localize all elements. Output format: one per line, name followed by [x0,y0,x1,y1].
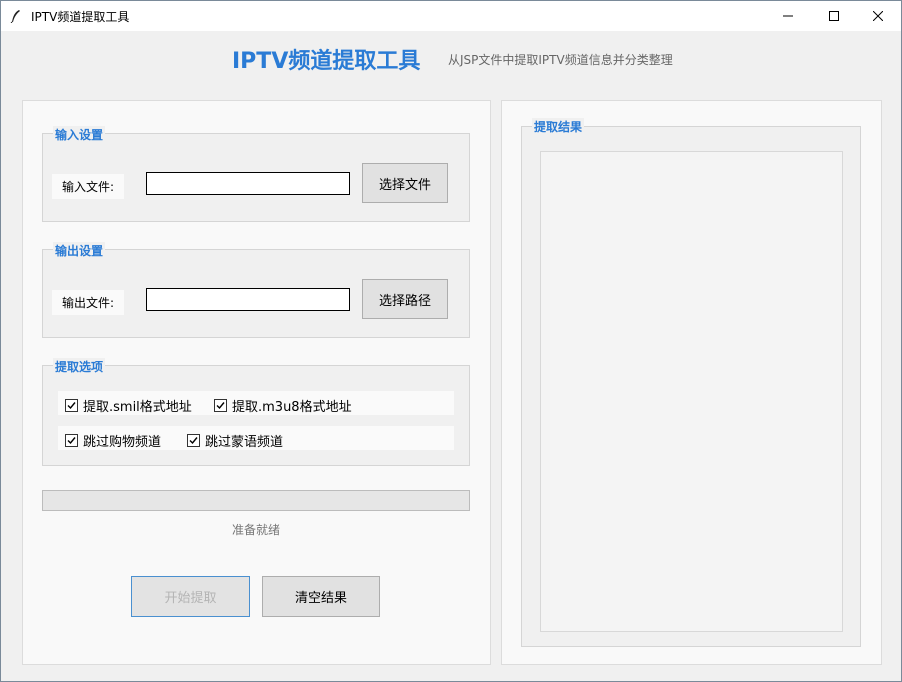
results-textarea[interactable] [540,151,843,632]
app-window: IPTV频道提取工具 IPTV频道提取工具 从JSP文件中提取IPTV频道信息并… [0,0,902,682]
minimize-icon [783,15,793,17]
maximize-button[interactable] [811,1,857,31]
skip-mongolian-label: 跳过蒙语频道 [205,435,284,450]
close-icon [873,11,883,21]
checkmark-icon [67,437,76,445]
output-file-label: 输出文件: [52,290,125,315]
maximize-icon [829,11,839,21]
options-row-2: 跳过购物频道 跳过蒙语频道 [58,426,454,450]
m3u8-checkbox-label: 提取.m3u8格式地址 [232,400,352,415]
input-file-field[interactable] [146,172,350,195]
app-subtitle: 从JSP文件中提取IPTV频道信息并分类整理 [448,53,673,67]
checkmark-icon [216,402,225,410]
feather-icon [10,10,20,23]
skip-mongolian-checkbox[interactable]: 跳过蒙语频道 [187,431,283,450]
extract-options-group [42,365,470,466]
minimize-button[interactable] [765,1,811,31]
checkmark-icon [189,437,198,445]
options-row-1: 提取.smil格式地址 提取.m3u8格式地址 [58,391,454,415]
input-settings-label: 输入设置 [53,126,106,143]
progress-bar [42,490,470,511]
status-text: 准备就绪 [231,523,280,537]
close-button[interactable] [855,1,901,31]
checkbox-box[interactable] [214,399,227,412]
window-title: IPTV频道提取工具 [31,10,130,24]
choose-file-button[interactable]: 选择文件 [362,163,448,203]
checkbox-box[interactable] [65,434,78,447]
choose-path-button[interactable]: 选择路径 [362,279,448,319]
skip-shopping-checkbox[interactable]: 跳过购物频道 [65,431,161,450]
results-label: 提取结果 [532,118,585,135]
checkmark-icon [67,402,76,410]
output-file-field[interactable] [146,288,350,311]
smil-checkbox-label: 提取.smil格式地址 [83,400,192,415]
start-extract-button[interactable]: 开始提取 [131,576,250,617]
app-heading: IPTV频道提取工具 [232,49,421,74]
m3u8-checkbox[interactable]: 提取.m3u8格式地址 [214,396,352,415]
clear-results-button[interactable]: 清空结果 [262,576,380,617]
skip-shopping-label: 跳过购物频道 [83,435,162,450]
input-file-label: 输入文件: [52,174,125,199]
checkbox-box[interactable] [187,434,200,447]
smil-checkbox[interactable]: 提取.smil格式地址 [65,396,192,415]
title-bar[interactable]: IPTV频道提取工具 [1,1,901,31]
extract-options-label: 提取选项 [53,358,106,375]
output-settings-label: 输出设置 [53,242,106,259]
checkbox-box[interactable] [65,399,78,412]
